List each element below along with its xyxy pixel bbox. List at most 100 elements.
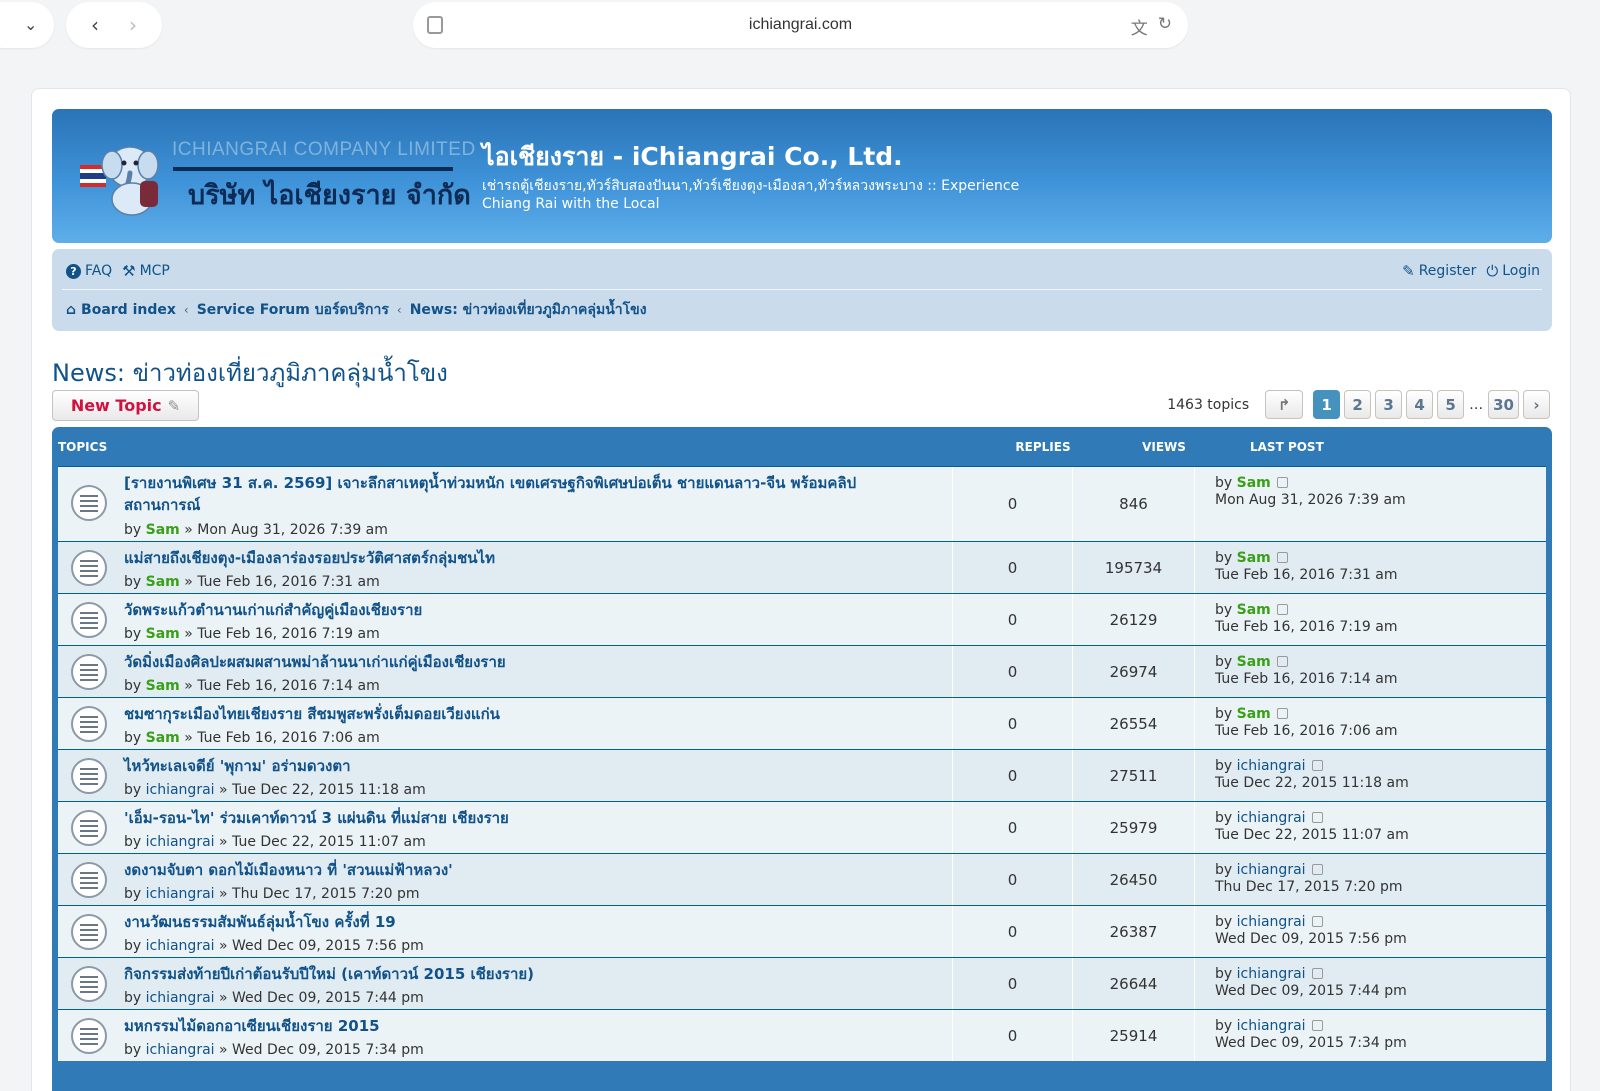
author-link[interactable]: Sam — [146, 730, 180, 746]
chevron-down-icon[interactable]: ⌄ — [24, 17, 37, 33]
by-label: by — [124, 626, 142, 642]
page-2-button[interactable]: 2 — [1344, 390, 1372, 419]
last-author-link[interactable]: ichiangrai — [1237, 758, 1306, 774]
site-title[interactable]: ไอเชียงราย - iChiangrai Co., Ltd. — [482, 137, 903, 177]
author-link[interactable]: ichiangrai — [146, 834, 215, 850]
topic-title-link[interactable]: งานวัฒนธรรมสัมพันธ์ลุ่มน้ำโขง ครั้งที่ 1… — [124, 911, 892, 933]
goto-post-icon[interactable] — [1276, 477, 1288, 488]
pagination: 1463 topics ↱ 1 2 3 4 5 … 30 › — [1167, 390, 1550, 419]
site-logo[interactable]: ICHIANGRAI COMPANY LIMITED บริษัท ไอเชีย… — [78, 127, 475, 223]
author-link[interactable]: Sam — [146, 678, 180, 694]
author-link[interactable]: ichiangrai — [146, 886, 215, 902]
last-post-author: by Sam — [1215, 550, 1288, 566]
topic-title-link[interactable]: แม่สายถึงเชียงตุง-เมืองลาร่องรอยประวัติศ… — [124, 547, 892, 569]
table-row: กิจกรรมส่งท้ายปีเก่าต้อนรับปีใหม่ (เคาท์… — [58, 957, 1546, 1009]
jump-to-page-button[interactable]: ↱ — [1265, 390, 1304, 419]
reload-icon[interactable]: ↻ — [1158, 14, 1172, 39]
goto-post-icon[interactable] — [1311, 1020, 1323, 1031]
page-1-button[interactable]: 1 — [1313, 390, 1341, 419]
page-4-button[interactable]: 4 — [1406, 390, 1434, 419]
topic-title-link[interactable]: [รายงานพิเศษ 31 ส.ค. 2569] เจาะลึกสาเหตุ… — [124, 472, 892, 516]
by-label: by — [1215, 550, 1233, 566]
back-arrow-icon[interactable]: ‹ — [91, 15, 99, 35]
meta-separator: » — [219, 886, 228, 902]
last-post-date: Mon Aug 31, 2026 7:39 am — [1215, 492, 1406, 508]
author-link[interactable]: Sam — [146, 574, 180, 590]
last-author-link[interactable]: Sam — [1237, 475, 1271, 491]
address-bar[interactable]: ichiangrai.com 文 ↻ — [413, 2, 1188, 48]
last-post-date: Tue Feb 16, 2016 7:31 am — [1215, 567, 1398, 583]
author-link[interactable]: ichiangrai — [146, 782, 215, 798]
by-label: by — [1215, 862, 1233, 878]
topic-meta: by Sam » Tue Feb 16, 2016 7:06 am — [124, 730, 380, 746]
page-3-button[interactable]: 3 — [1375, 390, 1403, 419]
last-author-link[interactable]: ichiangrai — [1237, 862, 1306, 878]
next-page-button[interactable]: › — [1523, 390, 1550, 419]
last-author-link[interactable]: ichiangrai — [1237, 1018, 1306, 1034]
goto-post-icon[interactable] — [1311, 812, 1323, 823]
meta-separator: » — [219, 1042, 228, 1058]
author-link[interactable]: ichiangrai — [146, 990, 215, 1006]
meta-separator: » — [184, 522, 193, 538]
breadcrumb-board-index[interactable]: Board index — [81, 302, 176, 318]
goto-post-icon[interactable] — [1276, 708, 1288, 719]
last-author-link[interactable]: Sam — [1237, 706, 1271, 722]
goto-post-icon[interactable] — [1276, 604, 1288, 615]
author-link[interactable]: Sam — [146, 626, 180, 642]
replies-count: 0 — [953, 1010, 1073, 1061]
page-title[interactable]: News: ข่าวท่องเที่ยวภูมิภาคลุ่มน้ำโขง — [52, 353, 448, 392]
by-label: by — [1215, 475, 1233, 491]
translate-icon[interactable]: 文 — [1131, 14, 1148, 39]
topic-title-link[interactable]: วัดพระแก้วตำนานเก่าแก่สำคัญคู่เมืองเชียง… — [124, 599, 892, 621]
url-text[interactable]: ichiangrai.com — [749, 16, 852, 34]
faq-link[interactable]: ? FAQ — [66, 263, 112, 279]
topic-title-link[interactable]: ชมซากุระเมืองไทยเชียงราย สีชมพูสะพรั่งเต… — [124, 703, 892, 725]
breadcrumb-service-forum[interactable]: Service Forum บอร์ดบริการ — [197, 299, 389, 321]
last-author-link[interactable]: ichiangrai — [1237, 966, 1306, 982]
topic-meta: by Sam » Tue Feb 16, 2016 7:19 am — [124, 626, 380, 642]
register-link[interactable]: ✎ Register — [1402, 262, 1476, 280]
topic-title-link[interactable]: งดงามจับตา ดอกไม้เมืองหนาว ที่ 'สวนแม่ฟ้… — [124, 859, 892, 881]
goto-post-icon[interactable] — [1311, 968, 1323, 979]
page-5-button[interactable]: 5 — [1437, 390, 1465, 419]
table-row: [รายงานพิเศษ 31 ส.ค. 2569] เจาะลึกสาเหตุ… — [58, 466, 1546, 541]
author-link[interactable]: ichiangrai — [146, 938, 215, 954]
table-row: วัดพระแก้วตำนานเก่าแก่สำคัญคู่เมืองเชียง… — [58, 593, 1546, 645]
sidebar-toggle-group[interactable]: ⌄ — [0, 2, 54, 48]
last-author-link[interactable]: ichiangrai — [1237, 810, 1306, 826]
goto-post-icon[interactable] — [1311, 916, 1323, 927]
goto-post-icon[interactable] — [1311, 760, 1323, 771]
goto-post-icon[interactable] — [1311, 864, 1323, 875]
last-post-author: by ichiangrai — [1215, 810, 1323, 826]
mcp-link[interactable]: ⚒ MCP — [122, 262, 170, 280]
author-link[interactable]: ichiangrai — [146, 1042, 215, 1058]
last-post-cell: by ichiangrai Thu Dec 17, 2015 7:20 pm — [1195, 854, 1546, 905]
author-link[interactable]: Sam — [146, 522, 180, 538]
new-topic-button[interactable]: New Topic ✎ — [52, 390, 199, 421]
topic-meta: by ichiangrai » Wed Dec 09, 2015 7:44 pm — [124, 990, 424, 1006]
login-link[interactable]: ⏻ Login — [1486, 262, 1540, 280]
topic-title-link[interactable]: ไหว้ทะเลเจดีย์ 'พุกาม' อร่ามดวงตา — [124, 755, 892, 777]
topic-title-link[interactable]: มหกรรมไม้ดอกอาเซียนเชียงราย 2015 — [124, 1015, 892, 1037]
topic-title-link[interactable]: 'เอ็ม-รอน-ไท' ร่วมเคาท์ดาวน์ 3 แผ่นดิน ท… — [124, 807, 892, 829]
topic-read-icon — [71, 602, 107, 638]
site-description: เช่ารถตู้เชียงราย,ทัวร์สิบสองปันนา,ทัวร์… — [482, 178, 1020, 212]
last-author-link[interactable]: Sam — [1237, 602, 1271, 618]
topic-title-link[interactable]: วัดมิ่งเมืองศิลปะผสมผสานพม่าล้านนาเก่าแก… — [124, 651, 892, 673]
replies-count: 0 — [953, 646, 1073, 697]
breadcrumb-news[interactable]: News: ข่าวท่องเที่ยวภูมิภาคลุ่มน้ำโขง — [410, 299, 647, 321]
goto-post-icon[interactable] — [1276, 552, 1288, 563]
by-label: by — [1215, 706, 1233, 722]
last-post-author: by ichiangrai — [1215, 862, 1323, 878]
page-30-button[interactable]: 30 — [1488, 390, 1519, 419]
topic-title-link[interactable]: กิจกรรมส่งท้ายปีเก่าต้อนรับปีใหม่ (เคาท์… — [124, 963, 892, 985]
last-author-link[interactable]: ichiangrai — [1237, 914, 1306, 930]
last-post-date: Tue Feb 16, 2016 7:19 am — [1215, 619, 1398, 635]
by-label: by — [1215, 654, 1233, 670]
by-label: by — [1215, 758, 1233, 774]
last-author-link[interactable]: Sam — [1237, 654, 1271, 670]
last-author-link[interactable]: Sam — [1237, 550, 1271, 566]
forward-arrow-icon[interactable]: › — [129, 15, 137, 35]
goto-post-icon[interactable] — [1276, 656, 1288, 667]
page-menu-icon[interactable] — [427, 16, 443, 34]
